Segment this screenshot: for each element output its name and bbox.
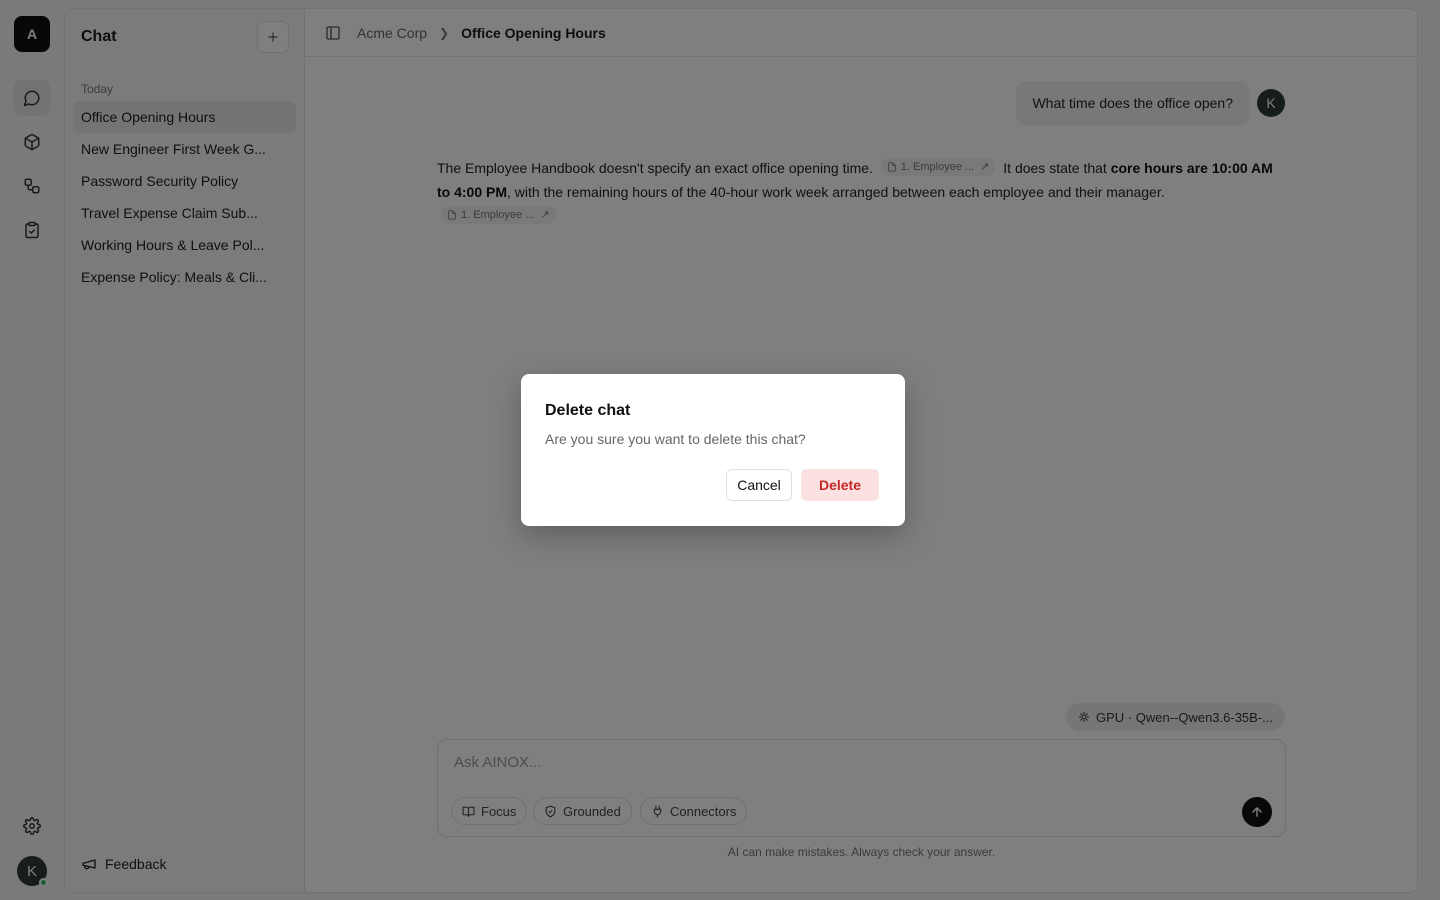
dialog-message: Are you sure you want to delete this cha… bbox=[545, 431, 806, 447]
delete-button[interactable]: Delete bbox=[801, 469, 879, 501]
delete-chat-dialog: Delete chat Are you sure you want to del… bbox=[521, 374, 905, 526]
cancel-button[interactable]: Cancel bbox=[726, 469, 792, 501]
dialog-title: Delete chat bbox=[545, 402, 631, 419]
